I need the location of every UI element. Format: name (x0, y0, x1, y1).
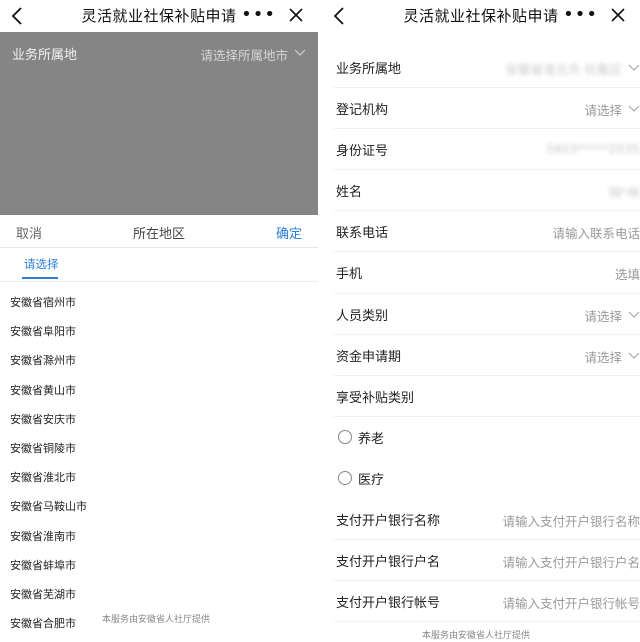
subsidy-type-label: 享受补贴类别 (336, 390, 415, 406)
region-label: 业务所属地 (12, 48, 78, 63)
chevron-down-icon (628, 64, 640, 71)
registration-org-select[interactable]: 登记机构 请选择 (334, 88, 640, 130)
picker-tabs: 请选择 (0, 248, 318, 282)
region-row-dimmed: 业务所属地 请选择所属地市 (0, 32, 318, 74)
city-option[interactable]: 安徽省安庆市 (0, 404, 318, 433)
pension-label: 养老 (358, 431, 385, 447)
region-picker-sheet: 取消 所在地区 确定 请选择 安徽省宿州市 安徽省阜阳市 安徽省滁州市 安徽省黄… (0, 215, 318, 642)
bank-name-field[interactable]: 支付开户银行名称 请输入支付开户银行名称 (334, 499, 640, 541)
city-option[interactable]: 安徽省铜陵市 (0, 433, 318, 462)
title-bar: 灵活就业社保补贴申请 ••• (322, 0, 640, 32)
chevron-down-icon (628, 352, 640, 359)
id-number-label: 身份证号 (336, 144, 389, 160)
service-footer: 本服务由安徽省人社厅提供 (102, 615, 211, 625)
city-option[interactable]: 安徽省宿州市 (0, 287, 318, 316)
name-value: 钱*林 (608, 185, 640, 201)
bank-account-name-label: 支付开户银行户名 (336, 555, 441, 571)
id-number-row: 身份证号 3403*****2035 (334, 129, 640, 171)
phone-placeholder: 请输入联系电话 (552, 226, 640, 242)
city-option[interactable]: 安徽省蚌埠市 (0, 550, 318, 579)
application-form: 业务所属地 安徽省淮北市 杜集区 登记机构 请选择 身份证号 3403*****… (322, 47, 640, 623)
bank-name-label: 支付开户银行名称 (336, 514, 441, 530)
medical-radio[interactable]: 医疗 (334, 458, 640, 499)
phone-field[interactable]: 联系电话 请输入联系电话 (334, 211, 640, 253)
confirm-button[interactable]: 确定 (276, 223, 302, 242)
mobile-field[interactable]: 手机 选填 (334, 252, 640, 294)
medical-label: 医疗 (358, 472, 385, 488)
chevron-down-icon (628, 311, 640, 318)
chevron-down-icon (628, 105, 640, 112)
close-icon[interactable] (288, 7, 304, 23)
person-type-label: 人员类别 (336, 308, 389, 324)
name-label: 姓名 (336, 185, 363, 201)
fund-period-label: 资金申请期 (336, 349, 402, 365)
picker-title: 所在地区 (132, 227, 185, 242)
bank-account-name-field[interactable]: 支付开户银行户名 请输入支付开户银行户名 (334, 540, 640, 582)
subsidy-type-heading-row: 享受补贴类别 (334, 376, 640, 417)
registration-org-placeholder: 请选择 (584, 103, 622, 119)
phone-label: 联系电话 (336, 226, 389, 242)
registration-org-label: 登记机构 (336, 103, 389, 119)
active-tab-underline (22, 277, 58, 279)
region-value: 安徽省淮北市 杜集区 (505, 62, 622, 77)
fund-period-select[interactable]: 资金申请期 请选择 (334, 335, 640, 376)
city-option[interactable]: 安徽省芜湖市 (0, 579, 318, 608)
picker-header: 取消 所在地区 确定 (0, 215, 318, 248)
right-screen: 灵活就业社保补贴申请 ••• 业务所属地 安徽省淮北市 杜集区 登记机构 请选择… (322, 0, 640, 642)
person-type-select[interactable]: 人员类别 请选择 (334, 294, 640, 335)
city-list: 安徽省宿州市 安徽省阜阳市 安徽省滁州市 安徽省黄山市 安徽省安庆市 安徽省铜陵… (0, 287, 318, 637)
city-option[interactable]: 安徽省阜阳市 (0, 316, 318, 345)
pension-radio[interactable]: 养老 (334, 417, 640, 458)
bank-account-no-label: 支付开户银行帐号 (336, 596, 441, 612)
more-options-icon[interactable]: ••• (563, 4, 598, 25)
radio-circle-icon[interactable] (338, 470, 352, 485)
tab-select[interactable]: 请选择 (24, 256, 59, 272)
radio-circle-icon[interactable] (338, 429, 352, 444)
id-number-value: 3403*****2035 (545, 141, 640, 157)
close-icon[interactable] (610, 7, 626, 23)
city-option[interactable]: 安徽省淮南市 (0, 521, 318, 550)
region-row[interactable]: 业务所属地 安徽省淮北市 杜集区 (334, 47, 640, 89)
title-bar: 灵活就业社保补贴申请 ••• (0, 0, 318, 32)
region-placeholder: 请选择所属地市 (200, 48, 288, 63)
more-options-icon[interactable]: ••• (241, 4, 276, 25)
left-screen: 灵活就业社保补贴申请 ••• 业务所属地 请选择所属地市 取消 所在地区 确定 … (0, 0, 318, 642)
person-type-placeholder: 请选择 (584, 308, 622, 324)
bank-account-name-placeholder: 请输入支付开户银行户名 (502, 555, 640, 571)
bank-account-no-placeholder: 请输入支付开户银行帐号 (502, 596, 640, 612)
bank-name-placeholder: 请输入支付开户银行名称 (502, 514, 640, 530)
mobile-label: 手机 (336, 267, 363, 283)
chevron-down-icon (294, 49, 306, 56)
bank-account-no-field[interactable]: 支付开户银行帐号 请输入支付开户银行帐号 (334, 581, 640, 623)
fund-period-placeholder: 请选择 (584, 349, 622, 365)
dimmed-overlay[interactable]: 业务所属地 请选择所属地市 (0, 32, 318, 215)
city-option[interactable]: 安徽省滁州市 (0, 345, 318, 374)
name-row: 姓名 钱*林 (334, 170, 640, 212)
city-option[interactable]: 安徽省马鞍山市 (0, 491, 318, 520)
city-option[interactable]: 安徽省黄山市 (0, 375, 318, 404)
city-option[interactable]: 安徽省淮北市 (0, 462, 318, 491)
mobile-placeholder: 选填 (614, 267, 640, 283)
region-label: 业务所属地 (336, 62, 402, 77)
service-footer: 本服务由安徽省人社厅提供 (422, 631, 531, 641)
